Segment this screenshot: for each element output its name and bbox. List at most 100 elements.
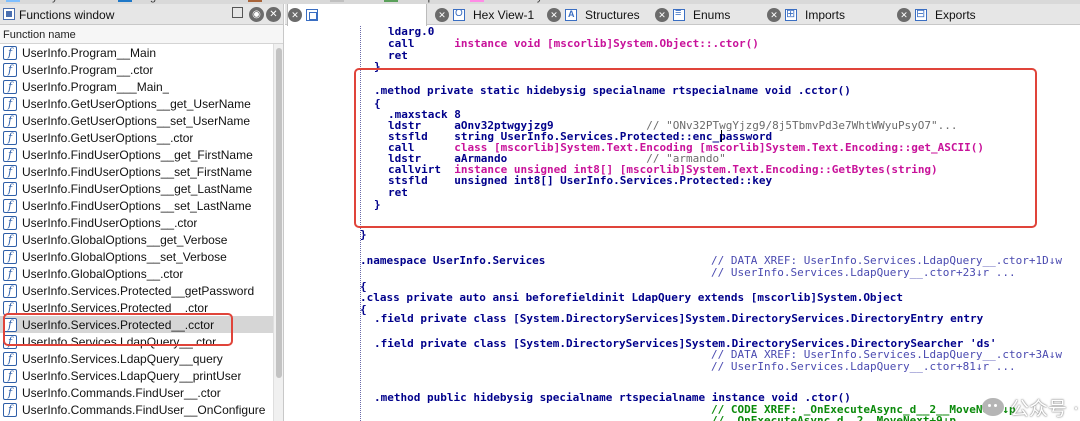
tab-label: Exports <box>935 7 976 22</box>
legend-swatch <box>330 0 344 3</box>
function-icon: f <box>3 113 17 128</box>
function-icon: f <box>3 130 17 145</box>
close-tab-button[interactable]: ✕ <box>767 7 781 22</box>
structures-icon <box>565 8 577 21</box>
function-list-item[interactable]: f UserInfo.GetUserOptions__set_UserName <box>0 112 283 129</box>
function-name: UserInfo.Commands.FindUser__OnConfigure <box>22 402 266 417</box>
close-tab-button[interactable]: ✕ <box>547 7 561 22</box>
hex-view-icon <box>453 8 465 21</box>
ida-disassembly-view[interactable]: ldarg.0 call instance void [mscorlib]Syst… <box>285 26 1080 421</box>
function-list-item[interactable]: f UserInfo.GlobalOptions__get_Verbose <box>0 231 283 248</box>
tab-enums[interactable]: ✕ Enums <box>655 4 730 25</box>
function-list-item[interactable]: f UserInfo.Services.LdapQuery__printUser <box>0 367 283 384</box>
code-line[interactable]: .class private auto ansi beforefieldinit… <box>360 292 903 304</box>
function-name: UserInfo.GlobalOptions__set_Verbose <box>22 249 227 264</box>
function-icon: f <box>3 402 17 417</box>
function-list-item[interactable]: f UserInfo.Program__Main <box>0 44 283 61</box>
function-icon: f <box>3 385 17 400</box>
code-line[interactable]: // UserInfo.Services.LdapQuery__.ctor+81… <box>360 361 1016 373</box>
tab-label: Enums <box>693 7 731 22</box>
close-window-button[interactable]: ✕ <box>266 7 281 22</box>
function-name: UserInfo.Commands.FindUser__.ctor <box>22 385 221 400</box>
function-list-item[interactable]: f UserInfo.FindUserOptions__set_FirstName <box>0 163 283 180</box>
text-cursor <box>721 130 722 142</box>
legend-label: Instruction <box>266 0 317 3</box>
legend-swatch <box>6 0 20 3</box>
tab-label: Hex View-1 <box>473 7 535 22</box>
function-list-item[interactable]: f UserInfo.Program__.ctor <box>0 61 283 78</box>
function-icon: f <box>3 368 17 383</box>
function-list-item[interactable]: f UserInfo.GlobalOptions__set_Verbose <box>0 248 283 265</box>
code-line[interactable]: } <box>360 229 367 241</box>
function-icon: f <box>3 266 17 281</box>
wechat-icon <box>982 398 1004 416</box>
exports-icon <box>915 7 927 21</box>
close-tab-button[interactable]: ✕ <box>655 7 669 22</box>
function-list-item[interactable]: f UserInfo.Commands.FindUser__.ctor <box>0 384 283 401</box>
function-list-item[interactable]: f UserInfo.Services.Protected__getPasswor… <box>0 282 283 299</box>
legend-label: External symbol <box>488 0 566 3</box>
function-name: UserInfo.GetUserOptions__.ctor <box>22 130 194 145</box>
function-list-scrollbar[interactable] <box>273 44 283 421</box>
legend-label: Data <box>348 0 371 3</box>
code-token: .class private auto ansi beforefieldinit… <box>360 291 904 304</box>
code-line[interactable]: call instance void [mscorlib]System.Obje… <box>388 38 759 50</box>
enums-icon <box>673 7 685 21</box>
legend-swatch <box>470 0 484 3</box>
code-line[interactable]: // UserInfo.Services.LdapQuery__.ctor+23… <box>360 267 1016 279</box>
function-name: UserInfo.FindUserOptions__.ctor <box>22 215 198 230</box>
function-list-item[interactable]: f UserInfo.FindUserOptions__set_LastName <box>0 197 283 214</box>
tab-hex-view-1[interactable]: ✕ Hex View-1 <box>435 4 534 25</box>
highlight-box-cctor-method <box>354 68 1037 228</box>
function-list-item[interactable]: f UserInfo.GlobalOptions__.ctor <box>0 265 283 282</box>
function-name: UserInfo.Program__Main <box>22 45 157 60</box>
legend-label: Unexplored <box>402 0 458 3</box>
functions-window-icon <box>3 8 15 20</box>
legend-item: Data <box>330 0 371 3</box>
function-list-item[interactable]: f UserInfo.GetUserOptions__.ctor <box>0 129 283 146</box>
function-list-item[interactable]: f UserInfo.GetUserOptions__get_UserName <box>0 95 283 112</box>
scrollbar-thumb[interactable] <box>276 48 282 378</box>
function-list-item[interactable]: f UserInfo.Services.LdapQuery__query <box>0 350 283 367</box>
column-header-function-name[interactable]: Function name <box>0 25 283 44</box>
function-icon: f <box>3 62 17 77</box>
function-icon: f <box>3 351 17 366</box>
watermark-text: 公众号 · 从黑客到保安 <box>1010 397 1080 420</box>
function-list-item[interactable]: f UserInfo.FindUserOptions__get_LastName <box>0 180 283 197</box>
functions-window: Functions window ◉ ✕ Function name f User… <box>0 4 284 421</box>
watermark: 公众号 · 从黑客到保安 <box>982 394 1080 420</box>
legend-swatch <box>384 0 398 3</box>
function-name: UserInfo.Services.LdapQuery__query <box>22 351 223 366</box>
close-tab-button[interactable]: ✕ <box>897 7 911 22</box>
restore-window-icon[interactable] <box>232 7 243 18</box>
code-line[interactable]: // _OnExecuteAsync_d__2__MoveNext+9↓p <box>360 415 956 421</box>
tab-structures[interactable]: ✕ Structures <box>547 4 640 25</box>
function-list-item[interactable]: f UserInfo.FindUserOptions__.ctor <box>0 214 283 231</box>
function-name: UserInfo.FindUserOptions__get_FirstName <box>22 147 253 162</box>
close-tab-button[interactable]: ✕ <box>288 8 302 22</box>
function-list-item[interactable]: f UserInfo.FindUserOptions__get_FirstName <box>0 146 283 163</box>
close-tab-button[interactable]: ✕ <box>435 7 449 22</box>
function-list-item[interactable]: f UserInfo.Commands.FindUser__OnConfigure <box>0 401 283 418</box>
view-tab-bar: ✕ ✕ Hex View-1 ✕ Structures ✕ Enums ✕ Imports ✕ Ex… <box>285 4 1080 26</box>
tab-imports[interactable]: ✕ Imports <box>767 4 845 25</box>
imports-icon <box>785 7 797 21</box>
function-list-item[interactable]: f UserInfo.Program___Main_ <box>0 78 283 95</box>
function-name: UserInfo.Services.LdapQuery__printUser <box>22 368 242 383</box>
highlight-box-selected-function <box>3 313 233 346</box>
code-line[interactable]: ret <box>388 50 408 62</box>
tab-ida-view[interactable]: ✕ <box>287 4 427 26</box>
code-token: // _OnExecuteAsync_d__2__MoveNext+9↓p <box>711 414 957 421</box>
tab-exports[interactable]: ✕ Exports <box>897 4 976 25</box>
legend-swatch <box>118 0 132 3</box>
legend-item: Library function <box>6 0 99 3</box>
function-icon: f <box>3 249 17 264</box>
code-line[interactable]: { <box>360 304 367 316</box>
function-icon: f <box>3 147 17 162</box>
code-line[interactable]: .field private class [System.DirectorySe… <box>374 313 983 325</box>
function-name: UserInfo.Program___Main_ <box>22 79 170 94</box>
function-name: UserInfo.GetUserOptions__get_UserName <box>22 96 251 111</box>
float-window-button[interactable]: ◉ <box>249 7 264 22</box>
